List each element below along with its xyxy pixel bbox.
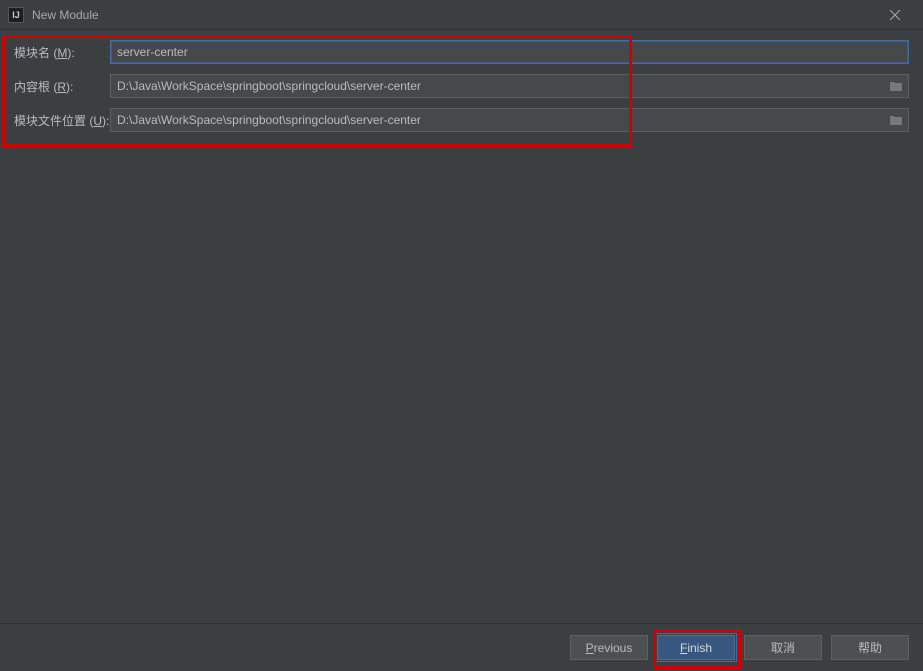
label-text: 模块名 ( bbox=[14, 46, 57, 60]
browse-module-file-location-button[interactable] bbox=[886, 110, 906, 130]
label-text: ): bbox=[102, 114, 109, 128]
label-mnemonic: R bbox=[57, 80, 66, 94]
module-file-location-field[interactable]: D:\Java\WorkSpace\springboot\springcloud… bbox=[110, 108, 909, 132]
help-button[interactable]: 帮助 bbox=[831, 635, 909, 660]
finish-button[interactable]: Finish bbox=[657, 635, 735, 660]
folder-icon bbox=[889, 80, 903, 92]
folder-icon bbox=[889, 114, 903, 126]
row-module-file-location: 模块文件位置 (U): D:\Java\WorkSpace\springboot… bbox=[14, 108, 909, 132]
label-text: ): bbox=[66, 80, 73, 94]
label-text: 内容根 ( bbox=[14, 80, 57, 94]
label-module-file-location: 模块文件位置 (U): bbox=[14, 112, 110, 129]
row-content-root: 内容根 (R): D:\Java\WorkSpace\springboot\sp… bbox=[14, 74, 909, 98]
form-content: 模块名 (M): 内容根 (R): D:\Java\WorkSpace\spri… bbox=[0, 30, 923, 132]
close-icon bbox=[890, 10, 900, 20]
content-root-value: D:\Java\WorkSpace\springboot\springcloud… bbox=[117, 79, 886, 93]
titlebar: IJ New Module bbox=[0, 0, 923, 30]
label-mnemonic: U bbox=[93, 114, 102, 128]
label-text: 模块文件位置 ( bbox=[14, 114, 93, 128]
previous-button[interactable]: Previous bbox=[570, 635, 648, 660]
label-module-name: 模块名 (M): bbox=[14, 44, 110, 61]
close-button[interactable] bbox=[875, 0, 915, 30]
browse-content-root-button[interactable] bbox=[886, 76, 906, 96]
module-name-input[interactable] bbox=[110, 40, 909, 64]
app-icon: IJ bbox=[8, 7, 24, 23]
content-root-field[interactable]: D:\Java\WorkSpace\springboot\springcloud… bbox=[110, 74, 909, 98]
label-text: ): bbox=[67, 46, 74, 60]
label-content-root: 内容根 (R): bbox=[14, 78, 110, 95]
cancel-button[interactable]: 取消 bbox=[744, 635, 822, 660]
label-mnemonic: M bbox=[57, 46, 67, 60]
button-bar: Previous Finish 取消 帮助 bbox=[0, 623, 923, 671]
mnemonic: P bbox=[586, 641, 594, 655]
window-title: New Module bbox=[32, 8, 99, 22]
btn-text: revious bbox=[594, 641, 633, 655]
row-module-name: 模块名 (M): bbox=[14, 40, 909, 64]
module-file-location-value: D:\Java\WorkSpace\springboot\springcloud… bbox=[117, 113, 886, 127]
btn-text: inish bbox=[687, 641, 712, 655]
